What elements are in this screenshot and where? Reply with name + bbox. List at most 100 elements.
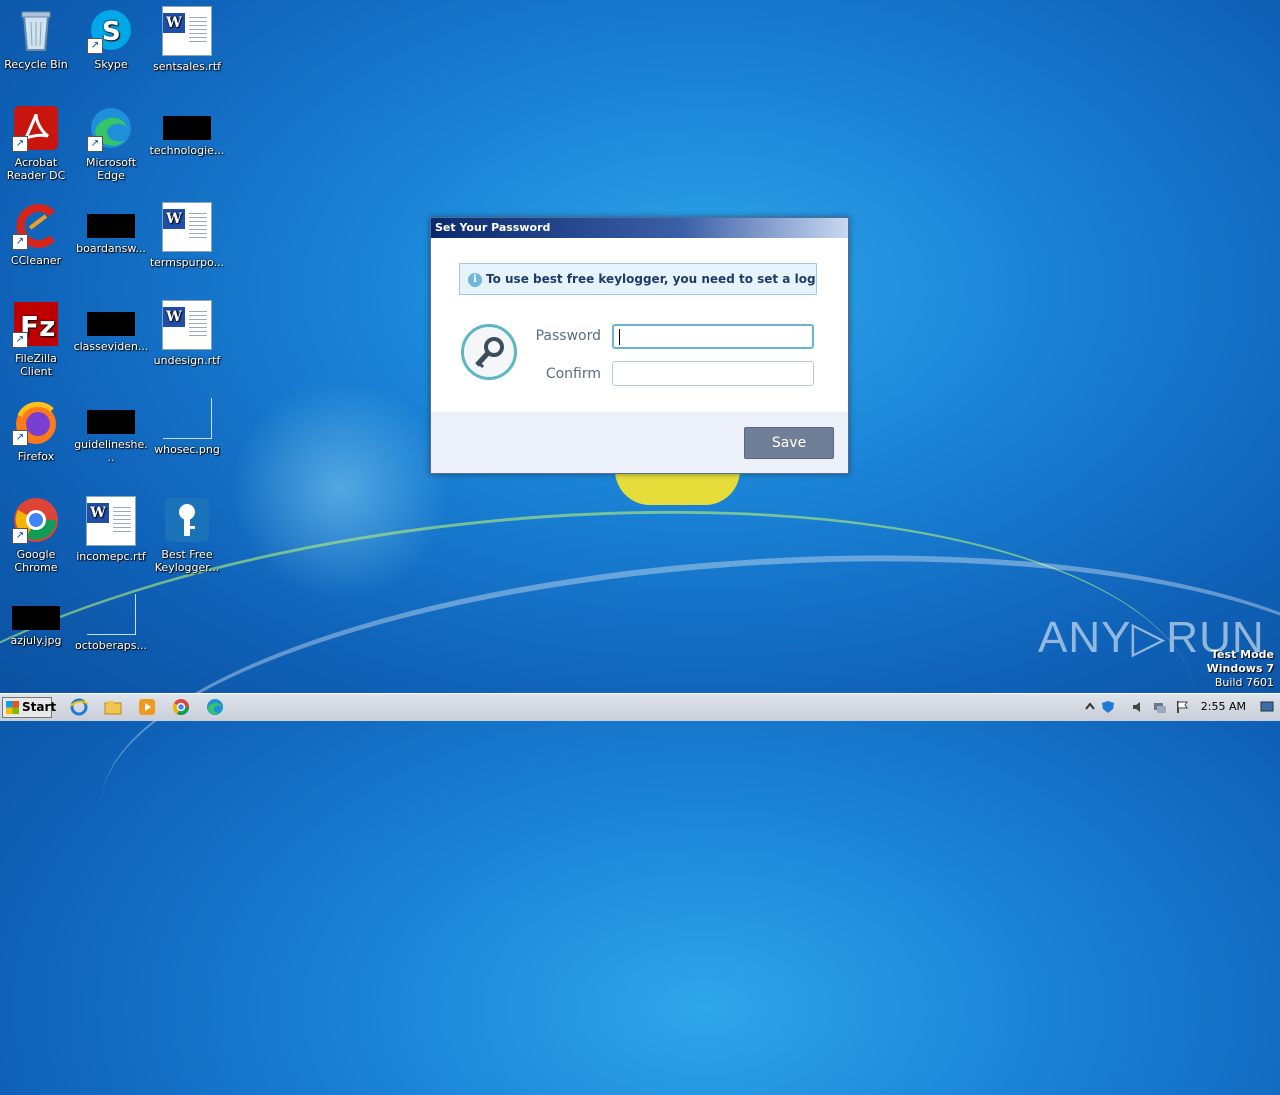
image-file-icon: [86, 594, 136, 635]
desktop-icon-label: Best Free Keylogger...: [154, 548, 220, 574]
desktop-icon-ccleaner[interactable]: ↗ CCleaner: [0, 202, 74, 267]
word-document-icon: W: [86, 496, 136, 546]
desktop-icon-label: CCleaner: [10, 254, 62, 267]
desktop-icon-label: undesign.rtf: [153, 354, 221, 367]
text-caret: [619, 329, 620, 345]
desktop-icon-label: azjuly.jpg: [10, 634, 62, 647]
wallpaper-flower: [615, 470, 740, 505]
desktop-icon-sentsales[interactable]: W sentsales.rtf: [149, 6, 225, 73]
desktop-icon-recycle-bin[interactable]: Recycle Bin: [0, 6, 74, 71]
image-file-icon: [12, 606, 60, 630]
windows-logo-icon: [6, 701, 19, 714]
desktop-icon-label: Microsoft Edge: [85, 156, 137, 182]
shortcut-arrow-icon: ↗: [12, 332, 28, 348]
desktop-icon-skype[interactable]: S ↗ Skype: [73, 6, 149, 71]
internet-explorer-icon[interactable]: [70, 698, 88, 716]
test-mode-text: Test Mode Windows 7 Build 7601: [1207, 648, 1274, 690]
desktop-icon-label: Skype: [94, 58, 128, 71]
desktop-icon-label: whosec.png: [154, 443, 220, 456]
test-mode-line: Test Mode: [1211, 648, 1274, 661]
password-field[interactable]: [612, 324, 814, 349]
skype-icon: S ↗: [87, 6, 135, 54]
acrobat-icon: ↗: [12, 104, 60, 152]
security-shield-icon[interactable]: [1101, 700, 1115, 714]
shortcut-arrow-icon: ↗: [87, 136, 103, 152]
key-icon: [461, 324, 517, 380]
desktop-icon-undesign[interactable]: W undesign.rtf: [149, 300, 225, 367]
desktop-icon-classeviden[interactable]: classeviden...: [73, 300, 149, 353]
taskbar-clock[interactable]: 2:55 AM: [1201, 700, 1246, 713]
word-document-icon: W: [162, 300, 212, 350]
set-password-dialog: Set Your Password i To use best free keyl…: [430, 217, 849, 474]
filezilla-icon: Fz ↗: [12, 300, 60, 348]
action-center-flag-icon[interactable]: [1175, 700, 1189, 714]
image-file-icon: [162, 398, 212, 439]
firefox-icon: ↗: [12, 398, 60, 446]
desktop-icon-technologie[interactable]: technologie...: [149, 104, 225, 157]
desktop-icon-label: guidelineshe...: [74, 438, 148, 464]
network-icon[interactable]: [1153, 700, 1167, 714]
taskbar: Start 2:55 AM: [0, 693, 1280, 721]
desktop-icon-label: FileZilla Client: [15, 352, 57, 378]
desktop-icon-acrobat[interactable]: ↗ Acrobat Reader DC: [0, 104, 74, 182]
file-icon: [87, 214, 135, 238]
confirm-field[interactable]: [612, 361, 814, 386]
dialog-title[interactable]: Set Your Password: [431, 218, 848, 238]
desktop-icon-boardansw[interactable]: boardansw...: [73, 202, 149, 255]
start-button[interactable]: Start: [2, 697, 56, 718]
desktop-icon-firefox[interactable]: ↗ Firefox: [0, 398, 74, 463]
svg-text:S: S: [102, 17, 121, 47]
build-line: Build 7601: [1214, 676, 1274, 689]
desktop-icon-azjuly[interactable]: azjuly.jpg: [0, 594, 74, 647]
volume-icon[interactable]: [1131, 700, 1145, 714]
desktop-icon-termspurpo[interactable]: W termspurpo...: [149, 202, 225, 269]
desktop-icon-best-free-keylogger[interactable]: Best Free Keylogger...: [149, 496, 225, 574]
chrome-taskbar-icon[interactable]: [172, 698, 190, 716]
media-player-icon[interactable]: [138, 698, 156, 716]
ccleaner-icon: ↗: [12, 202, 60, 250]
desktop-icon-label: sentsales.rtf: [152, 60, 221, 73]
desktop-icon-filezilla[interactable]: Fz ↗ FileZilla Client: [0, 300, 74, 378]
confirm-label: Confirm: [545, 366, 601, 382]
desktop-icon-label: Google Chrome: [14, 548, 58, 574]
shortcut-arrow-icon: ↗: [12, 430, 28, 446]
desktop-icon-label: octoberaps...: [74, 639, 148, 652]
keylogger-app-icon: [163, 496, 211, 544]
chrome-icon: ↗: [12, 496, 60, 544]
password-label: Password: [535, 328, 601, 344]
desktop-icon-label: Firefox: [17, 450, 55, 463]
file-icon: [163, 116, 211, 140]
edge-icon: ↗: [87, 104, 135, 152]
shortcut-arrow-icon: ↗: [12, 136, 28, 152]
desktop-icon-label: incomepc.rtf: [76, 550, 146, 563]
desktop-icon-edge[interactable]: ↗ Microsoft Edge: [73, 104, 149, 182]
start-label: Start: [22, 700, 57, 714]
edge-taskbar-icon[interactable]: [206, 698, 224, 716]
desktop-icon-incomepc[interactable]: W incomepc.rtf: [73, 496, 149, 563]
desktop-icon-label: Acrobat Reader DC: [6, 156, 66, 182]
desktop-icon-label: classeviden...: [73, 340, 149, 353]
file-icon: [87, 410, 135, 434]
info-icon: i: [468, 272, 482, 287]
desktop-icon-octoberaps[interactable]: octoberaps...: [73, 594, 149, 652]
os-version-line: Windows 7: [1206, 662, 1274, 675]
dialog-footer: Save: [431, 412, 848, 473]
shortcut-arrow-icon: ↗: [87, 38, 103, 54]
show-hidden-icons-icon[interactable]: [1083, 700, 1097, 714]
desktop-icon-guidelineshe[interactable]: guidelineshe...: [73, 398, 149, 464]
desktop-icon-label: boardansw...: [76, 242, 146, 255]
desktop-icon-label: technologie...: [149, 144, 225, 157]
desktop-icon-label: Recycle Bin: [4, 58, 68, 71]
desktop-icon-label: termspurpo...: [149, 256, 225, 269]
info-text: To use best free keylogger, you need to …: [486, 272, 817, 286]
desktop-icon-chrome[interactable]: ↗ Google Chrome: [0, 496, 74, 574]
show-desktop-icon[interactable]: [1260, 700, 1274, 714]
recycle-bin-icon: [12, 6, 60, 54]
desktop-icon-whosec[interactable]: whosec.png: [149, 398, 225, 456]
file-explorer-icon[interactable]: [104, 698, 122, 716]
word-document-icon: W: [162, 6, 212, 56]
file-icon: [87, 312, 135, 336]
shortcut-arrow-icon: ↗: [12, 234, 28, 250]
save-button[interactable]: Save: [744, 427, 834, 459]
shortcut-arrow-icon: ↗: [12, 528, 28, 544]
